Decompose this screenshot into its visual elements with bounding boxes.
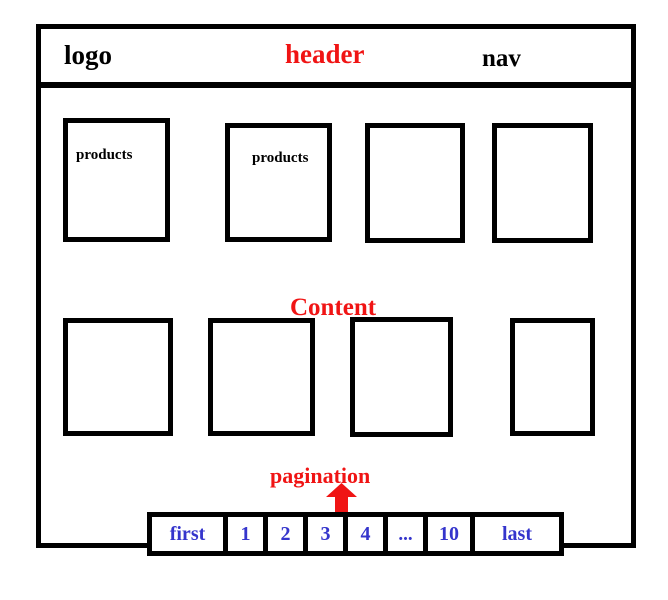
pagination-page-1[interactable]: 1	[228, 517, 268, 551]
logo-label: logo	[64, 40, 113, 70]
product-card[interactable]	[365, 123, 465, 243]
pagination-page-2[interactable]: 2	[268, 517, 308, 551]
pagination-ellipsis: ...	[388, 517, 428, 551]
product-card-label: products	[76, 147, 133, 163]
product-card[interactable]	[63, 318, 173, 436]
pagination-page-4[interactable]: 4	[348, 517, 388, 551]
product-card[interactable]	[492, 123, 593, 243]
content-region: products products Content pagination fir…	[41, 88, 631, 556]
product-card[interactable]	[350, 317, 453, 437]
header-band: logo header nav	[41, 29, 631, 88]
pagination-bar[interactable]: first 1 2 3 4 ... 10 last	[147, 512, 564, 556]
product-card[interactable]: products	[63, 118, 170, 242]
arrow-up-icon	[326, 483, 357, 512]
pagination-page-10[interactable]: 10	[428, 517, 475, 551]
product-card[interactable]	[510, 318, 595, 436]
pagination-first-button[interactable]: first	[152, 517, 228, 551]
product-card[interactable]	[208, 318, 315, 436]
nav-label: nav	[482, 45, 521, 72]
header-title: header	[285, 39, 365, 69]
wireframe-frame: logo header nav products products Conten…	[36, 24, 636, 556]
product-card[interactable]: products	[225, 123, 332, 242]
pagination-page-3[interactable]: 3	[308, 517, 348, 551]
pagination-last-button[interactable]: last	[475, 517, 559, 551]
product-card-label: products	[252, 150, 309, 166]
